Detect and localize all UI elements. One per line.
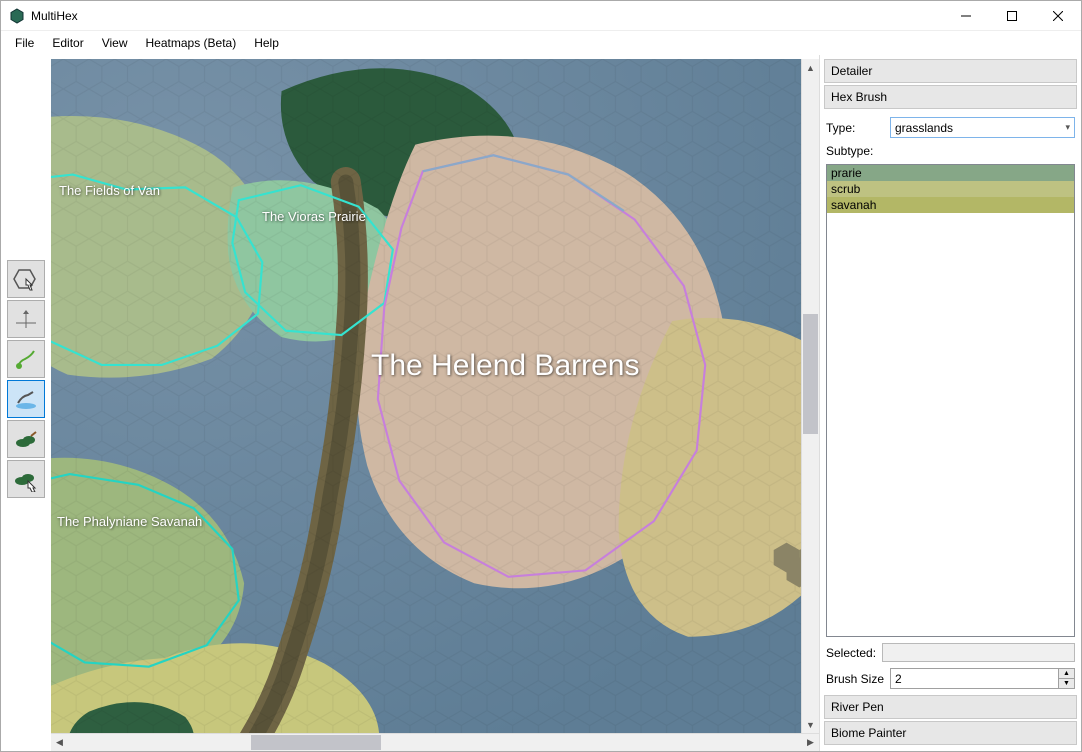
menu-help[interactable]: Help xyxy=(246,33,287,53)
hex-map-canvas[interactable]: The Helend Barrens The Vioras Prairie Th… xyxy=(51,59,801,733)
detailer-section-header[interactable]: Detailer xyxy=(824,59,1077,83)
vertical-scroll-thumb[interactable] xyxy=(803,314,818,434)
type-dropdown[interactable]: grasslands ▾ xyxy=(890,117,1075,138)
canvas-horizontal-scrollbar[interactable]: ◀ ▶ xyxy=(51,733,819,751)
scroll-right-arrow[interactable]: ▶ xyxy=(802,734,819,751)
elevation-tool[interactable] xyxy=(7,300,45,338)
biome-select-tool[interactable] xyxy=(7,460,45,498)
scroll-up-arrow[interactable]: ▲ xyxy=(802,59,819,76)
properties-panel: Detailer Hex Brush Type: grasslands ▾ Su… xyxy=(819,55,1081,751)
hex-brush-section-header[interactable]: Hex Brush xyxy=(824,85,1077,109)
horizontal-scroll-thumb[interactable] xyxy=(251,735,381,750)
brush-size-label: Brush Size xyxy=(826,672,884,686)
type-dropdown-value: grasslands xyxy=(895,121,953,135)
brush-size-increment[interactable]: ▲ xyxy=(1059,669,1074,679)
menu-file[interactable]: File xyxy=(7,33,42,53)
paint-tool[interactable] xyxy=(7,380,45,418)
brush-size-spinner[interactable]: ▲ ▼ xyxy=(890,668,1075,689)
menu-bar: File Editor View Heatmaps (Beta) Help xyxy=(1,31,1081,55)
scroll-down-arrow[interactable]: ▼ xyxy=(802,716,819,733)
canvas-vertical-scrollbar[interactable]: ▲ ▼ xyxy=(801,59,819,733)
map-canvas-area: The Helend Barrens The Vioras Prairie Th… xyxy=(51,55,819,751)
biome-painter-section-header[interactable]: Biome Painter xyxy=(824,721,1077,745)
app-icon xyxy=(9,8,25,24)
minimize-button[interactable] xyxy=(943,1,989,31)
biome-brush-tool[interactable] xyxy=(7,420,45,458)
scroll-left-arrow[interactable]: ◀ xyxy=(51,734,68,751)
subtype-item-scrub[interactable]: scrub xyxy=(827,181,1074,197)
chevron-down-icon: ▾ xyxy=(1065,122,1070,133)
maximize-button[interactable] xyxy=(989,1,1035,31)
river-pen-section-header[interactable]: River Pen xyxy=(824,695,1077,719)
brush-size-decrement[interactable]: ▼ xyxy=(1059,679,1074,688)
hex-select-tool[interactable] xyxy=(7,260,45,298)
close-button[interactable] xyxy=(1035,1,1081,31)
brush-size-input[interactable] xyxy=(891,669,1058,688)
tool-palette xyxy=(1,55,51,751)
subtype-item-savanah[interactable]: savanah xyxy=(827,197,1074,213)
menu-heatmaps[interactable]: Heatmaps (Beta) xyxy=(138,33,245,53)
selected-label: Selected: xyxy=(826,646,876,660)
window-title: MultiHex xyxy=(31,9,943,23)
brush-tool[interactable] xyxy=(7,340,45,378)
type-label: Type: xyxy=(826,121,882,135)
title-bar: MultiHex xyxy=(1,1,1081,31)
selected-value-box xyxy=(882,643,1075,662)
subtype-list[interactable]: prarie scrub savanah xyxy=(826,164,1075,637)
menu-view[interactable]: View xyxy=(94,33,136,53)
menu-editor[interactable]: Editor xyxy=(44,33,91,53)
subtype-item-prarie[interactable]: prarie xyxy=(827,165,1074,181)
subtype-label: Subtype: xyxy=(824,144,1077,158)
